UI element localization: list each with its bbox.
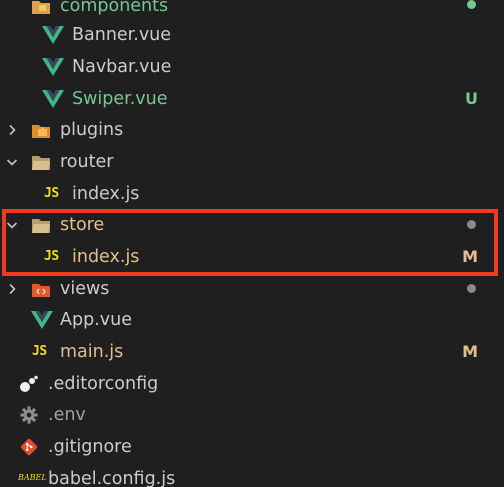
plugins-folder-icon bbox=[32, 125, 50, 138]
folder-label: router bbox=[60, 152, 114, 172]
file-row-navbar-vue[interactable]: Navbar.vue bbox=[0, 51, 504, 83]
file-label: App.vue bbox=[60, 310, 132, 330]
file-label: Navbar.vue bbox=[72, 57, 172, 77]
vue-icon bbox=[31, 311, 53, 329]
file-label: Swiper.vue bbox=[72, 89, 168, 109]
file-label: index.js bbox=[72, 247, 140, 267]
folder-components-icon bbox=[32, 1, 50, 14]
vue-icon bbox=[42, 26, 64, 44]
file-label: main.js bbox=[60, 342, 124, 362]
javascript-icon: JS bbox=[32, 344, 47, 359]
chevron-right-icon[interactable] bbox=[6, 124, 18, 136]
vue-icon bbox=[42, 90, 64, 108]
file-row-env[interactable]: .env bbox=[0, 399, 504, 431]
vue-icon bbox=[42, 58, 64, 76]
file-row-swiper-vue[interactable]: Swiper.vue U bbox=[0, 83, 504, 115]
folder-label: plugins bbox=[60, 120, 124, 140]
chevron-down-icon[interactable] bbox=[6, 219, 18, 231]
file-row-router-index-js[interactable]: JS index.js bbox=[0, 178, 504, 210]
folder-row-views[interactable]: views bbox=[0, 273, 504, 305]
gear-icon bbox=[20, 406, 38, 424]
modified-dot bbox=[467, 284, 476, 293]
folder-row-store[interactable]: store bbox=[0, 209, 504, 241]
modified-status: M bbox=[462, 342, 478, 361]
file-label: index.js bbox=[72, 184, 140, 204]
file-label: .gitignore bbox=[48, 437, 132, 457]
untracked-status: U bbox=[465, 89, 478, 108]
file-row-main-js[interactable]: JS main.js M bbox=[0, 336, 504, 368]
file-row-gitignore[interactable]: .gitignore bbox=[0, 431, 504, 463]
folder-open-icon bbox=[32, 219, 50, 233]
modified-status: M bbox=[462, 247, 478, 266]
folder-label: store bbox=[60, 215, 105, 235]
modified-dot bbox=[467, 220, 476, 229]
file-label: .env bbox=[48, 405, 86, 425]
git-icon bbox=[20, 438, 38, 456]
chevron-down-icon[interactable] bbox=[6, 156, 18, 168]
file-label: Banner.vue bbox=[72, 25, 172, 45]
folder-label: views bbox=[60, 279, 110, 299]
javascript-icon: JS bbox=[44, 186, 59, 201]
file-row-editorconfig[interactable]: .editorconfig bbox=[0, 368, 504, 400]
folder-row-router[interactable]: router bbox=[0, 146, 504, 178]
file-row-babel-config[interactable]: BABEL babel.config.js bbox=[0, 463, 504, 487]
chevron-right-icon[interactable] bbox=[6, 283, 18, 295]
file-row-store-index-js[interactable]: JS index.js M bbox=[0, 241, 504, 273]
folder-label: components bbox=[60, 0, 169, 16]
file-label: .editorconfig bbox=[48, 374, 159, 394]
untracked-dot bbox=[467, 0, 476, 9]
file-row-banner-vue[interactable]: Banner.vue bbox=[0, 19, 504, 51]
javascript-icon: JS bbox=[44, 249, 59, 264]
editorconfig-icon bbox=[20, 375, 38, 392]
folder-open-icon bbox=[32, 156, 50, 170]
folder-row-plugins[interactable]: plugins bbox=[0, 114, 504, 146]
babel-icon: BABEL bbox=[18, 473, 47, 482]
file-row-app-vue[interactable]: App.vue bbox=[0, 304, 504, 336]
file-explorer: components Banner.vue Navbar.vue Swiper.… bbox=[0, 0, 504, 487]
views-folder-icon bbox=[32, 284, 50, 297]
file-label: babel.config.js bbox=[48, 469, 176, 487]
